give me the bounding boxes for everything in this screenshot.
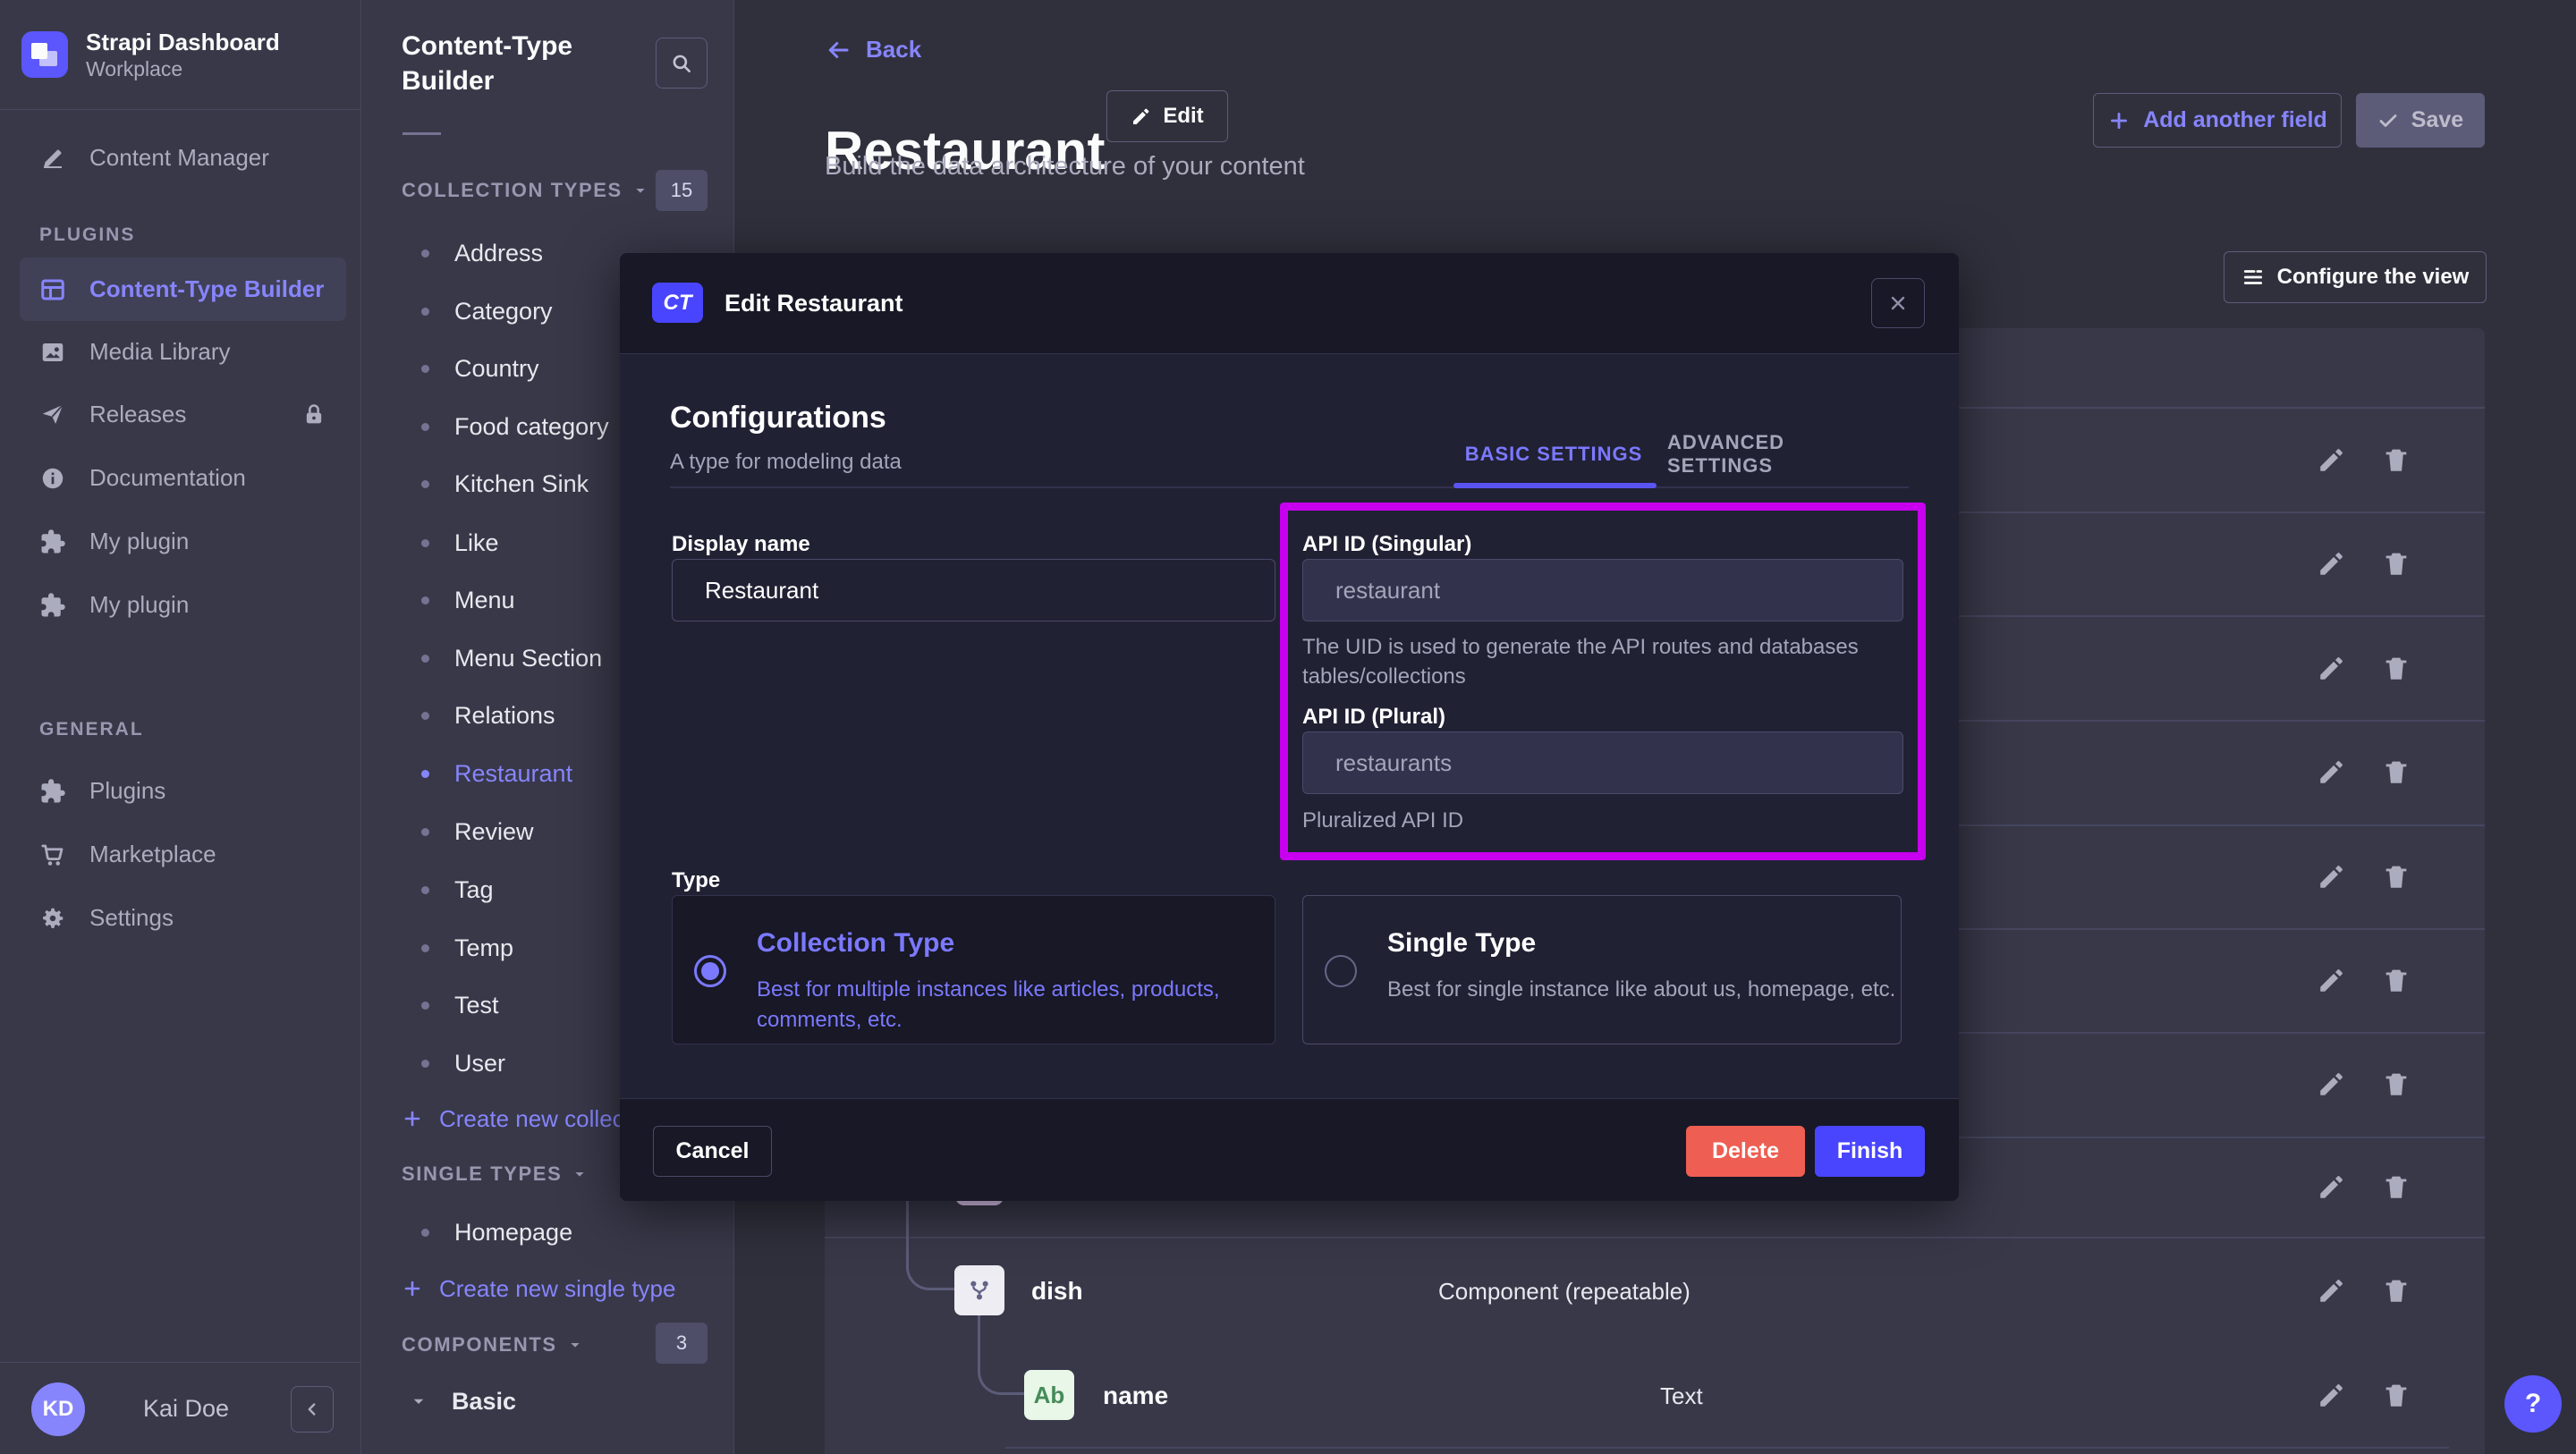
api-id-plural-input[interactable] bbox=[1302, 731, 1903, 794]
app-screen: Strapi Dashboard Workplace Content Manag… bbox=[0, 0, 2576, 1454]
close-button[interactable] bbox=[1871, 278, 1925, 328]
option-description: Best for single instance like about us, … bbox=[1387, 975, 1906, 1005]
api-id-singular-help: The UID is used to generate the API rout… bbox=[1302, 632, 1888, 691]
api-id-plural-label: API ID (Plural) bbox=[1302, 705, 1445, 730]
modal-title: Edit Restaurant bbox=[724, 253, 903, 354]
tab-advanced-settings[interactable]: ADVANCED SETTINGS bbox=[1667, 423, 1894, 486]
modal-footer: Cancel Delete Finish bbox=[620, 1098, 1959, 1201]
finish-button[interactable]: Finish bbox=[1815, 1126, 1925, 1177]
close-icon bbox=[1887, 292, 1909, 314]
tab-basic-settings[interactable]: BASIC SETTINGS bbox=[1440, 423, 1667, 486]
option-title: Collection Type bbox=[757, 928, 954, 959]
delete-button[interactable]: Delete bbox=[1686, 1126, 1805, 1177]
radio-unselected-icon[interactable] bbox=[1325, 955, 1357, 987]
api-id-plural-help: Pluralized API ID bbox=[1302, 806, 1463, 835]
active-tab-underline bbox=[1453, 483, 1657, 488]
display-name-label: Display name bbox=[672, 532, 810, 557]
single-type-option[interactable]: Single Type Best for single instance lik… bbox=[1302, 895, 1902, 1044]
cancel-button[interactable]: Cancel bbox=[653, 1126, 772, 1177]
edit-restaurant-modal: CT Edit Restaurant Configurations A type… bbox=[620, 253, 1959, 1201]
modal-header: CT Edit Restaurant bbox=[620, 253, 1959, 354]
api-id-singular-label: API ID (Singular) bbox=[1302, 532, 1471, 557]
tabs-divider bbox=[670, 486, 1909, 488]
collection-type-option[interactable]: Collection Type Best for multiple instan… bbox=[672, 895, 1275, 1044]
radio-selected-icon[interactable] bbox=[694, 955, 726, 987]
modal-heading: Configurations bbox=[670, 401, 886, 435]
content-type-badge: CT bbox=[652, 283, 703, 323]
option-title: Single Type bbox=[1387, 928, 1536, 959]
type-label: Type bbox=[672, 868, 720, 893]
option-description: Best for multiple instances like article… bbox=[757, 975, 1275, 1036]
api-id-singular-input[interactable] bbox=[1302, 559, 1903, 621]
display-name-input[interactable] bbox=[672, 559, 1275, 621]
modal-subheading: A type for modeling data bbox=[670, 450, 902, 475]
